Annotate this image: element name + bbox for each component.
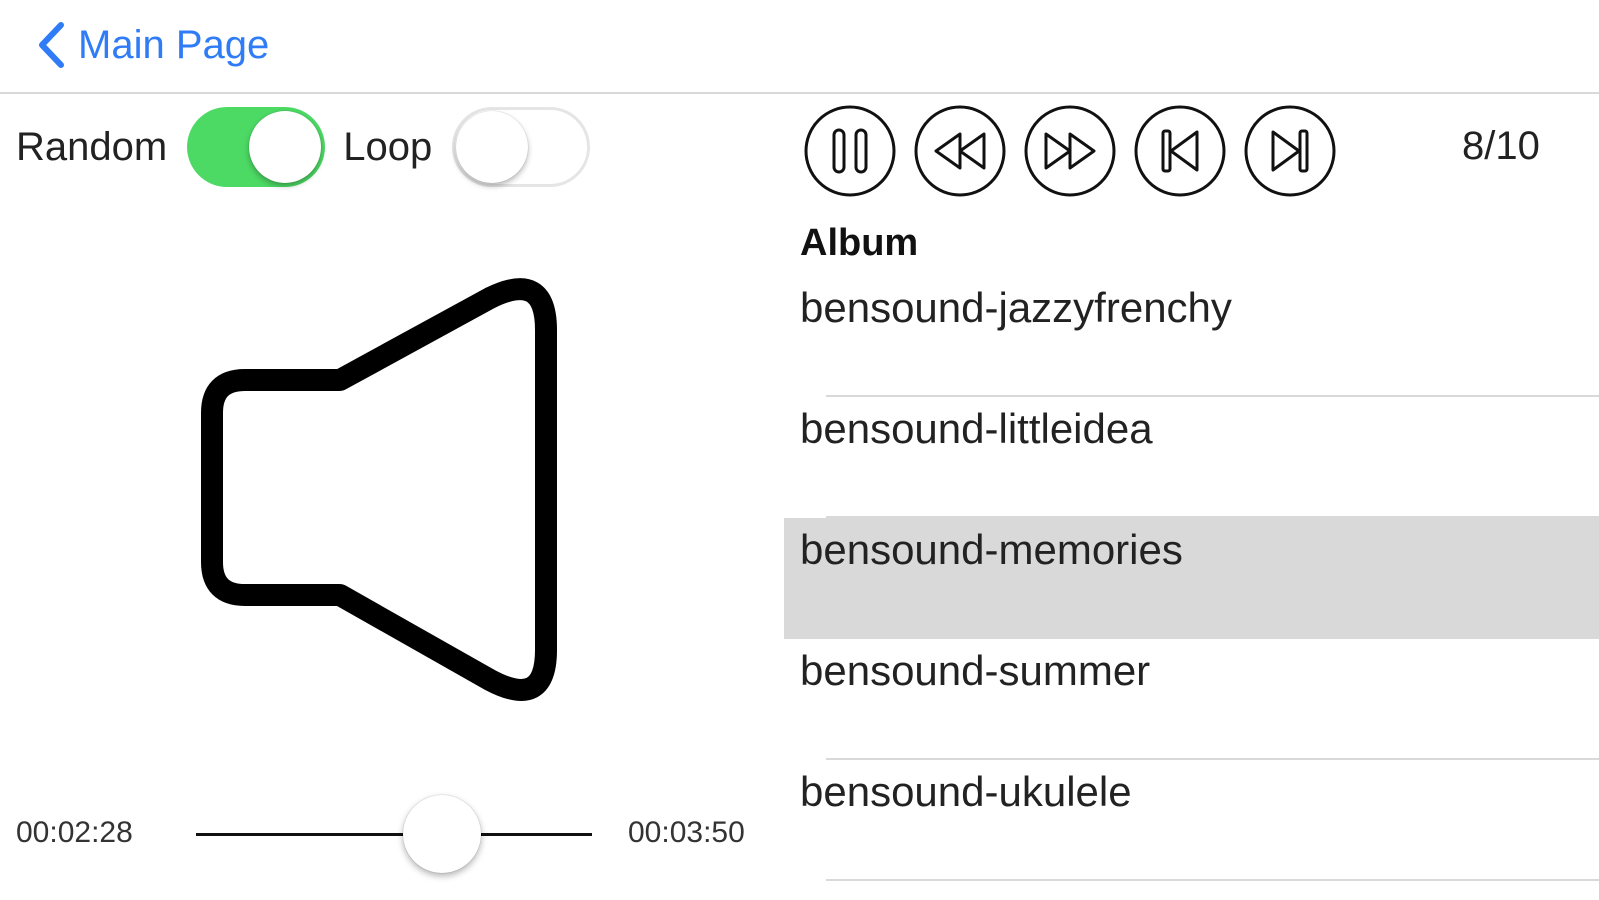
loop-toggle-knob	[456, 111, 529, 183]
row-separator	[826, 879, 1599, 881]
random-toggle-knob	[249, 111, 322, 183]
progress-slider[interactable]	[196, 790, 592, 880]
random-toggle[interactable]	[187, 107, 326, 187]
current-time: 00:02:28	[16, 816, 133, 849]
navigation-bar: Main Page	[0, 0, 1599, 94]
options-row: Random Loop	[16, 104, 608, 190]
song-title: bensound-jazzyfrenchy	[800, 284, 1232, 331]
song-row[interactable]: bensound-littleidea	[784, 397, 1599, 518]
rewind-icon	[914, 105, 1006, 197]
skip-forward-icon	[1244, 105, 1336, 197]
skip-back-icon	[1134, 105, 1226, 197]
random-label: Random	[16, 124, 168, 169]
song-title: bensound-memories	[800, 526, 1183, 573]
track-counter: 8/10	[1462, 124, 1540, 168]
chevron-left-icon	[39, 22, 64, 68]
song-title: bensound-littleidea	[800, 405, 1153, 452]
song-title: bensound-summer	[800, 647, 1151, 694]
song-row[interactable]: bensound-memories	[784, 518, 1599, 639]
next-track-button[interactable]	[1243, 104, 1337, 198]
back-button-label: Main Page	[78, 22, 270, 67]
loop-toggle[interactable]	[452, 107, 591, 187]
back-button[interactable]: Main Page	[34, 20, 269, 70]
song-row[interactable]: bensound-jazzyfrenchy	[784, 276, 1599, 397]
loop-label: Loop	[343, 124, 433, 169]
pause-icon	[804, 105, 896, 197]
speaker-icon	[190, 270, 570, 710]
song-row[interactable]: bensound-ukulele	[784, 760, 1599, 881]
rewind-button[interactable]	[913, 104, 1007, 198]
fast-forward-button[interactable]	[1023, 104, 1117, 198]
playback-controls	[803, 104, 1353, 198]
progress-thumb[interactable]	[402, 795, 481, 873]
song-list: bensound-jazzyfrenchy bensound-littleidea…	[784, 276, 1599, 881]
song-row[interactable]: bensound-summer	[784, 639, 1599, 760]
previous-track-button[interactable]	[1133, 104, 1227, 198]
fast-forward-icon	[1024, 105, 1116, 197]
album-header: Album	[800, 222, 919, 264]
progress-track	[196, 833, 592, 836]
song-title: bensound-ukulele	[800, 768, 1132, 815]
total-time: 00:03:50	[628, 816, 745, 849]
pause-button[interactable]	[803, 104, 897, 198]
